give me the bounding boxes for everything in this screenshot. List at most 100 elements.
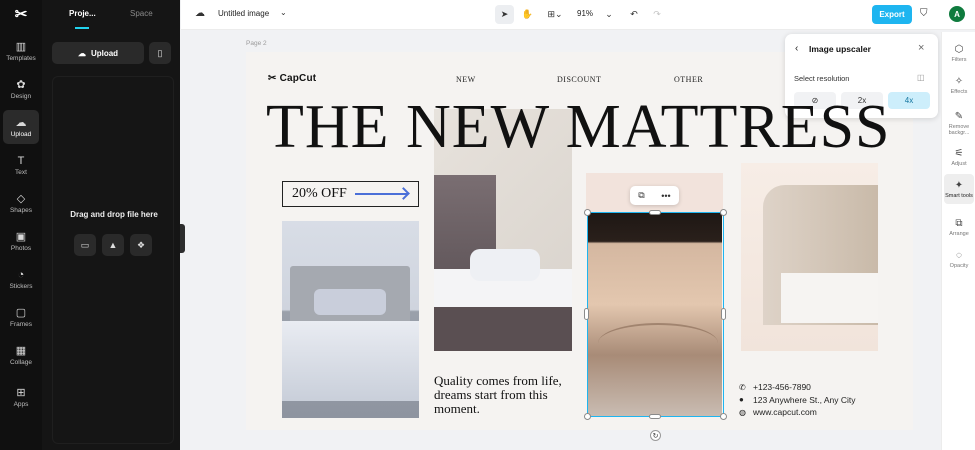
rail-item-photos[interactable]: ▣ Photos [3,224,39,258]
upload-panel: Proje... Space ☁ Upload ▯ Drag and drop … [42,0,180,450]
google-drive-icon: ▲ [108,240,118,250]
rail-item-design[interactable]: ✿ Design [3,72,39,106]
dropbox-icon: ❖ [136,239,146,250]
brand-logo-text: CapCut [279,73,317,84]
effects-icon: ✧ [954,75,964,87]
google-drive-button[interactable]: ▲ [102,234,124,256]
device-upload-button[interactable]: ▭ [74,234,96,256]
capcut-editor: ✂ ▥ Templates ✿ Design ☁ Upload T Text ◇ Shapes ▣ P… [0,0,975,450]
bed-photo-4[interactable] [741,163,878,351]
tool-filters[interactable]: ⬡ Filters [944,38,974,68]
duplicate-icon[interactable]: ⧉ [638,190,644,201]
opacity-icon: ◌ [956,249,962,261]
title-chevron-down-icon[interactable]: ⌄ [280,8,287,17]
rail-item-label: Templates [6,54,36,62]
contact-row: ● 123 Anywhere St., Any City [739,394,856,407]
resize-handle-bottom-right[interactable] [720,413,727,420]
export-button[interactable]: Export [872,5,912,24]
photos-icon: ▣ [15,230,27,243]
rail-item-frames[interactable]: ▢ Frames [3,300,39,334]
layout-menu-button[interactable]: ⊞⌄ [543,5,567,24]
tool-remove-backgr[interactable]: ✎ Remove backgr... [944,106,974,140]
compare-icon[interactable]: ◫ [917,73,925,82]
chevron-down-icon: ⌄ [605,9,613,19]
drop-zone[interactable]: Drag and drop file here ▭ ▲ ❖ [52,76,174,444]
nav-text-other[interactable]: OTHER [674,75,703,84]
upload-button[interactable]: ☁ Upload [52,42,144,64]
cloud-sync-icon[interactable]: ☁ [195,8,205,19]
zoom-dropdown[interactable]: ⌄ [602,5,616,24]
contact-row: ◍ www.capcut.com [739,406,856,419]
design-page[interactable]: ✂ CapCut NEW DISCOUNT OTHER THE NEW MATT… [246,52,913,430]
resize-handle-top-left[interactable] [584,209,591,216]
resize-handle-bottom-left[interactable] [584,413,591,420]
selection-box[interactable] [587,212,724,417]
shapes-icon: ◇ [16,192,26,205]
nav-text-new[interactable]: NEW [456,75,476,84]
frames-icon: ▢ [15,306,27,319]
panel-tabs: Proje... Space [42,0,180,30]
bed-base-shape [434,307,572,351]
zoom-level[interactable]: 91% [577,9,593,18]
tab-space[interactable]: Space [130,9,153,18]
rail-item-apps[interactable]: ⊞ Apps [3,380,39,414]
redo-button[interactable]: ↷ [649,5,665,24]
rail-item-label: Shapes [9,206,33,214]
avatar[interactable]: A [949,6,965,22]
more-options-icon[interactable]: ••• [661,191,670,201]
rail-item-templates[interactable]: ▥ Templates [3,34,39,68]
location-pin-icon: ● [739,395,744,405]
tool-adjust[interactable]: ⚟ Adjust [944,142,974,172]
upload-from-phone-button[interactable]: ▯ [149,42,171,64]
contact-text: 123 Anywhere St., Any City [753,394,856,405]
design-icon: ✿ [16,78,26,91]
text-icon: T [17,154,25,167]
rail-item-collage[interactable]: ▦ Collage [3,338,39,372]
rail-item-shapes[interactable]: ◇ Shapes [3,186,39,220]
contact-block[interactable]: ✆ +123-456-7890 ● 123 Anywhere St., Any Cit… [739,381,856,419]
bed-photo-1[interactable] [282,221,419,418]
resize-handle-top-right[interactable] [720,209,727,216]
rail-item-stickers[interactable]: ◔ Stickers [3,262,39,296]
tool-effects[interactable]: ✧ Effects [944,70,974,100]
drop-zone-text: Drag and drop file here [70,210,158,219]
headline-text[interactable]: THE NEW MATTRESS [266,92,891,162]
rail-item-label: Frames [9,320,33,328]
hand-tool-button[interactable]: ✋ [518,5,537,24]
rotate-handle-icon[interactable]: ↻ [650,430,661,441]
tab-projects[interactable]: Proje... [69,9,96,18]
tool-opacity[interactable]: ◌ Opacity [944,244,974,274]
tool-arrange[interactable]: ⧉ Arrange [944,212,974,242]
panel-collapse-handle[interactable] [180,224,185,253]
offer-box[interactable]: 20% OFF [282,181,419,207]
document-title[interactable]: Untitled image [218,9,269,18]
rail-item-upload[interactable]: ☁ Upload [3,110,39,144]
resize-handle-top[interactable] [649,210,661,215]
back-chevron-icon[interactable]: ‹ [795,43,798,54]
tool-label: Filters [951,56,967,63]
brand-logo[interactable]: ✂ CapCut [268,73,316,84]
resize-handle-right[interactable] [721,308,726,320]
right-tool-rail: ⬡ Filters ✧ Effects ✎ Remove backgr... ⚟ Adjust… [941,32,975,450]
capcut-logo-icon[interactable]: ✂ [10,6,32,23]
left-rail: ✂ ▥ Templates ✿ Design ☁ Upload T Text ◇ Shapes ▣ P… [0,0,42,450]
shield-icon[interactable]: ⛉ [920,8,928,19]
close-icon[interactable]: × [918,42,924,54]
rail-item-text[interactable]: T Text [3,148,39,182]
templates-icon: ▥ [15,40,27,53]
collage-icon: ▦ [15,344,27,357]
top-bar: ☁ Untitled image ⌄ ➤ ✋ ⊞⌄ 91% ⌄ ↶ ↷ Expo… [181,0,975,30]
tool-label: Smart tools [945,192,973,199]
tool-smart-tools[interactable]: ✦ Smart tools [944,174,974,204]
quote-text[interactable]: Quality comes from life, dreams start fr… [434,374,584,416]
offer-text: 20% OFF [292,186,347,201]
resolution-option-4x[interactable]: 4x [888,92,930,109]
resize-handle-bottom[interactable] [649,414,661,419]
apps-icon: ⊞ [16,386,26,399]
contact-text: +123-456-7890 [753,382,811,393]
resize-handle-left[interactable] [584,308,589,320]
select-tool-button[interactable]: ➤ [495,5,514,24]
undo-button[interactable]: ↶ [626,5,642,24]
dropbox-button[interactable]: ❖ [130,234,152,256]
nav-text-discount[interactable]: DISCOUNT [557,75,601,84]
